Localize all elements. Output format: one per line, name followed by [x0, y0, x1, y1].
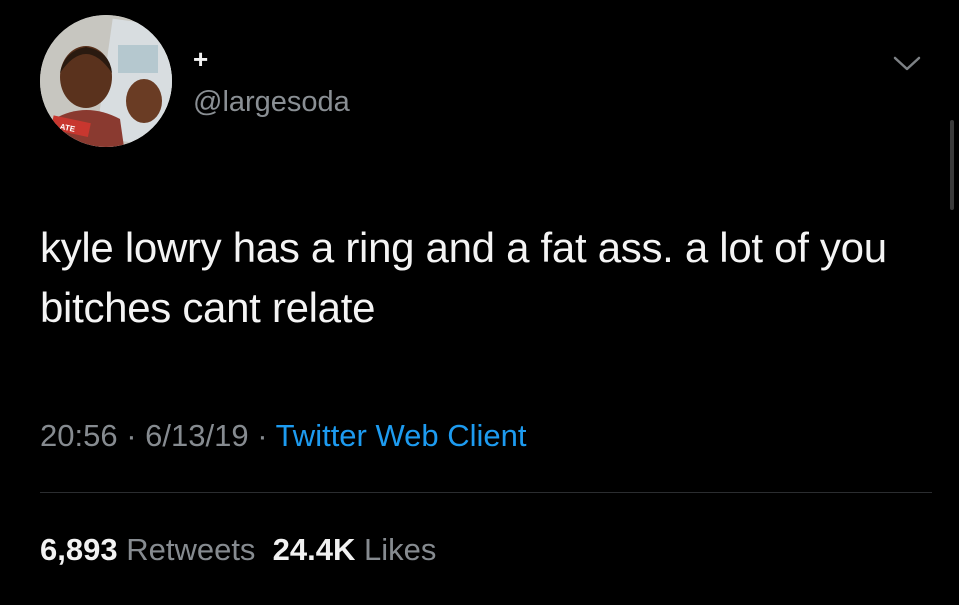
retweets-label: Retweets: [126, 532, 256, 567]
avatar-badge-text: ATE: [59, 122, 77, 134]
scrollbar[interactable]: [950, 120, 954, 210]
profile-photo-icon: ATE: [40, 15, 172, 147]
tweet-client-link[interactable]: Twitter Web Client: [276, 418, 527, 453]
likes-label: Likes: [364, 532, 437, 567]
user-handle[interactable]: @largesoda: [193, 85, 350, 119]
likes-stat[interactable]: 24.4K Likes: [273, 532, 437, 567]
retweets-stat[interactable]: 6,893 Retweets: [40, 532, 255, 567]
retweets-count: 6,893: [40, 532, 118, 567]
chevron-down-icon[interactable]: [892, 52, 922, 74]
meta-separator: ·: [117, 418, 146, 453]
tweet-time[interactable]: 20:56: [40, 418, 118, 453]
tweet-text: kyle lowry has a ring and a fat ass. a l…: [40, 224, 887, 331]
divider: [40, 492, 932, 493]
likes-count: 24.4K: [272, 532, 356, 567]
avatar[interactable]: ATE: [40, 15, 172, 147]
tweet-stats: 6,893 Retweets 24.4K Likes: [40, 530, 436, 570]
meta-separator: ·: [248, 418, 276, 453]
tweet-meta: 20:56 · 6/13/19 · Twitter Web Client: [40, 416, 527, 456]
tweet-card: ATE + @largesoda kyle lowry has a ring a…: [0, 0, 959, 605]
display-name[interactable]: +: [193, 44, 208, 74]
tweet-date[interactable]: 6/13/19: [145, 418, 248, 453]
